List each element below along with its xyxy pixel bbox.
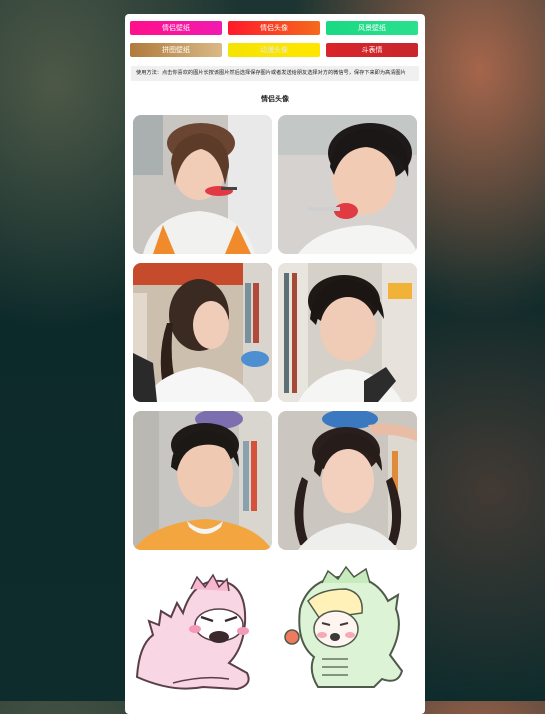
page-container: 情侣壁纸 情侣头像 风景壁纸 拼图壁纸 动漫头像 斗表情 使用方法：点击你喜欢的… [125,14,425,714]
avatar-image[interactable] [133,559,272,698]
avatar-image[interactable] [133,411,272,550]
avatar-image[interactable] [278,559,417,698]
anime-avatar-button[interactable]: 动漫头像 [228,43,320,57]
usage-instructions: 使用方法：点击你喜欢的图片长按该图片然后选择保存图片或者发送给朋友选择对方的微信… [131,66,419,81]
section-title: 情侣头像 [261,95,289,103]
avatar-image[interactable] [278,411,417,550]
couple-avatar-button[interactable]: 情侣头像 [228,21,320,35]
puzzle-wallpaper-button[interactable]: 拼图壁纸 [130,43,222,57]
meme-button[interactable]: 斗表情 [326,43,418,57]
scenery-wallpaper-button[interactable]: 风景壁纸 [326,21,418,35]
avatar-image[interactable] [278,263,417,402]
couple-wallpaper-button[interactable]: 情侣壁纸 [130,21,222,35]
avatar-image[interactable] [133,263,272,402]
avatar-image[interactable] [133,115,272,254]
avatar-image[interactable] [278,115,417,254]
